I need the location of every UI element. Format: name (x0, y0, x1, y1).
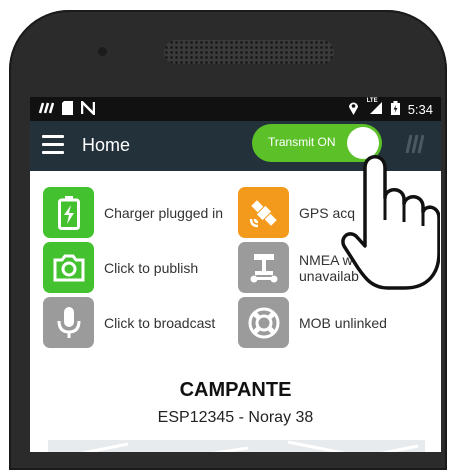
front-camera (98, 47, 107, 56)
pointing-hand-icon (340, 128, 441, 293)
gps-status-item[interactable]: GPS acq (238, 187, 355, 238)
mob-status-item[interactable]: MOB unlinked (238, 297, 387, 348)
hamburger-menu-icon[interactable] (42, 135, 64, 155)
sim-card-icon (62, 101, 73, 118)
mob-status-label: MOB unlinked (299, 314, 387, 331)
clock: 5:34 (407, 102, 433, 117)
satellite-icon (238, 187, 289, 238)
app-logo-icon (38, 101, 55, 118)
earpiece-speaker (164, 40, 334, 64)
microphone-icon (43, 297, 94, 348)
battery-icon (390, 101, 400, 118)
vessel-registration: ESP12345 - Noray 38 (157, 409, 314, 426)
publish-label: Click to publish (104, 259, 199, 276)
charger-status-label: Charger plugged in (104, 204, 224, 221)
lte-signal-icon: LTE (367, 98, 383, 118)
charger-status-item[interactable]: Charger plugged in (43, 187, 223, 238)
lifebuoy-icon (238, 297, 289, 348)
publish-item[interactable]: Click to publish (43, 242, 198, 293)
page-title: Home (82, 135, 131, 155)
status-bar: LTE 5:34 (30, 97, 441, 121)
broadcast-label: Click to broadcast (104, 314, 216, 331)
battery-charging-icon (43, 187, 94, 238)
vessel-name: CAMPANTE (179, 379, 292, 401)
map-preview[interactable] (48, 440, 425, 452)
transmit-toggle-label: Transmit ON (268, 135, 336, 149)
broadcast-item[interactable]: Click to broadcast (43, 297, 215, 348)
location-icon (348, 101, 359, 118)
nmea-device-icon (238, 242, 289, 293)
nfc-icon (80, 98, 96, 118)
camera-icon (43, 242, 94, 293)
